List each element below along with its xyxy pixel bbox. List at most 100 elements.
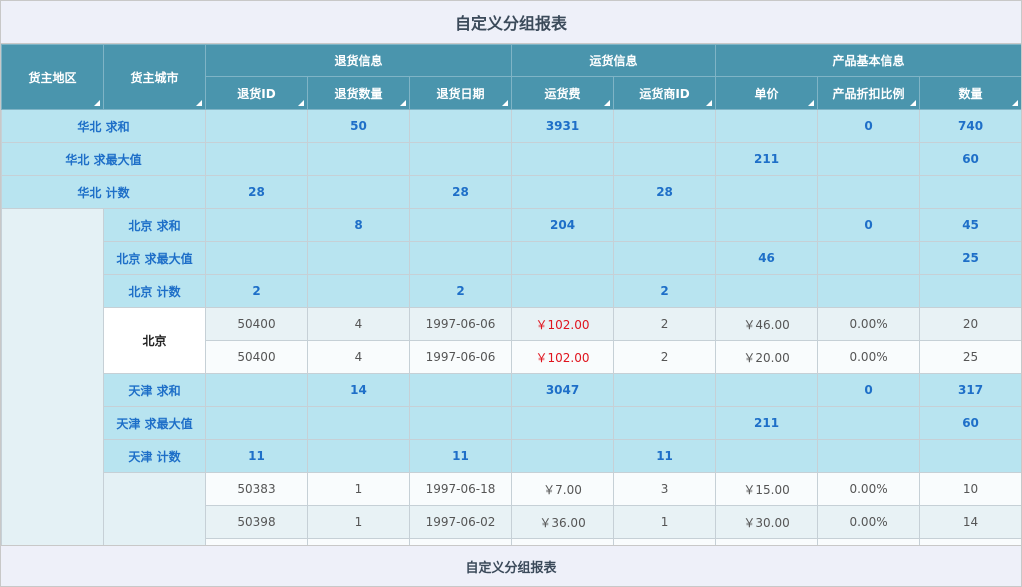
cell-return-id: [205, 406, 308, 440]
cell-quantity: 25: [919, 340, 1021, 374]
header-group-product: 产品基本信息: [715, 44, 1021, 77]
cell-quantity: 317: [919, 373, 1021, 407]
header-quantity[interactable]: 数量: [919, 76, 1021, 110]
cell-return-id: 50400: [205, 340, 308, 374]
cell-return-date: [408, 373, 513, 407]
city-summary-row: 天津 求和 14 3047 0 317: [2, 373, 1021, 407]
cell-freight: 3047: [511, 373, 615, 407]
summary-label: 北京 计数: [103, 274, 206, 308]
cell-return-qty: 4: [307, 307, 410, 341]
cell-freight: ￥102.00: [511, 307, 615, 341]
cell-return-qty: [307, 406, 410, 440]
sort-corner-icon[interactable]: [706, 100, 713, 106]
cell-return-qty: 50: [307, 109, 410, 143]
cell-return-qty: 14: [307, 373, 410, 407]
cell-freight: ￥7.00: [511, 472, 615, 506]
cell-return-id: [205, 109, 308, 143]
cell-return-qty: [307, 439, 410, 473]
cell-freight: 3931: [511, 109, 615, 143]
cell-unit-price: [715, 274, 819, 308]
sort-corner-icon[interactable]: [808, 100, 815, 106]
sort-corner-icon[interactable]: [604, 100, 611, 106]
region-cell: [1, 208, 104, 545]
summary-label: 天津 求最大值: [103, 406, 206, 440]
cell-return-id: [205, 208, 308, 242]
cell-discount: 0.00%: [817, 505, 921, 539]
header-discount[interactable]: 产品折扣比例: [817, 76, 921, 110]
cell-freight: [511, 175, 615, 209]
cell-return-date: 11: [408, 439, 513, 473]
sort-corner-icon[interactable]: [400, 100, 406, 106]
sort-corner-icon[interactable]: [1012, 100, 1019, 106]
cell-shipper-id: 1: [613, 505, 717, 539]
cell-freight: [511, 241, 615, 275]
table-row[interactable]: 50383 1 1997-06-18 ￥7.00 3 ￥15.00 0.00% …: [2, 472, 1021, 545]
header-return-qty[interactable]: 退货数量: [307, 76, 410, 110]
header-city[interactable]: 货主城市: [103, 44, 206, 110]
cell-unit-price: [715, 208, 819, 242]
cell-shipper-id: 11: [613, 439, 717, 473]
cell-discount: [817, 406, 921, 440]
summary-label: 北京 求和: [103, 208, 206, 242]
cell-quantity: 25: [919, 241, 1021, 275]
cell-discount: 0: [817, 208, 921, 242]
sort-corner-icon[interactable]: [298, 100, 304, 106]
cell-quantity: 45: [919, 208, 1021, 242]
cell-return-date: 2: [408, 274, 513, 308]
cell-return-date: [408, 406, 513, 440]
region-summary-row: 华北 求和 50 3931 0 740: [1, 109, 1021, 143]
summary-label: 华北 求和: [1, 109, 206, 143]
header-return-date[interactable]: 退货日期: [408, 76, 513, 110]
table-row[interactable]: 北京 50400 4 1997-06-06 ￥102.00 2 ￥46.00 0…: [2, 307, 1021, 374]
header-region[interactable]: 货主地区: [1, 44, 104, 110]
cell-return-id: 11: [205, 439, 308, 473]
cell-quantity: 60: [919, 142, 1021, 176]
cell-unit-price: ￥20.00: [715, 340, 819, 374]
region-summary-row: 华北 计数 28 28 28: [1, 175, 1021, 209]
cell-return-id: [205, 373, 308, 407]
city-cell: [103, 472, 206, 545]
sort-corner-icon[interactable]: [910, 100, 917, 106]
cell-quantity: [919, 439, 1021, 473]
cell-return-date: 1997-06-18: [408, 472, 513, 506]
cell-quantity: 10: [919, 472, 1021, 506]
cell-shipper-id: [613, 241, 717, 275]
header-return-id[interactable]: 退货ID: [205, 76, 308, 110]
header-unit-price[interactable]: 单价: [715, 76, 819, 110]
city-summary-row: 北京 求最大值 46 25: [2, 241, 1021, 275]
sort-corner-icon[interactable]: [196, 100, 202, 106]
cell-discount: [817, 175, 921, 209]
cell-freight: [511, 439, 615, 473]
header-shipper-id[interactable]: 运货商ID: [613, 76, 717, 110]
cell-shipper-id: 3: [613, 472, 717, 506]
cell-shipper-id: 2: [613, 274, 717, 308]
cell-return-id: 50383: [205, 472, 308, 506]
cell-return-date: 1997-06-06: [408, 340, 513, 374]
cell-shipper-id: [613, 406, 717, 440]
cell-unit-price: [715, 439, 819, 473]
cell-discount: 0: [817, 373, 921, 407]
cell-unit-price: 211: [715, 406, 819, 440]
cell-unit-price: 46: [715, 241, 819, 275]
cell-shipper-id: 28: [613, 175, 717, 209]
cell-return-qty: [307, 142, 410, 176]
city-summary-row: 天津 求最大值 211 60: [2, 406, 1021, 440]
cell-unit-price: 211: [715, 142, 819, 176]
header-freight[interactable]: 运货费: [511, 76, 615, 110]
cell-return-id: 50400: [205, 307, 308, 341]
cell-return-id: 50398: [205, 505, 308, 539]
cell-return-date: 28: [408, 175, 513, 209]
cell-quantity: 60: [919, 406, 1021, 440]
sort-corner-icon[interactable]: [502, 100, 509, 106]
cell-freight: [511, 274, 615, 308]
cell-unit-price: [715, 109, 819, 143]
sort-corner-icon[interactable]: [94, 100, 100, 106]
cell-shipper-id: 2: [613, 307, 717, 341]
cell-return-date: [408, 208, 513, 242]
city-summary-row: 北京 计数 2 2 2: [2, 274, 1021, 308]
cell-freight: 204: [511, 208, 615, 242]
report-frame: 自定义分组报表 货主地区 货主城市 退货信息 运货信息 产品基本信息 退货ID …: [0, 0, 1022, 587]
cell-shipper-id: [613, 208, 717, 242]
report-title: 自定义分组报表: [1, 1, 1021, 44]
report-grid[interactable]: 货主地区 货主城市 退货信息 运货信息 产品基本信息 退货ID 退货数量 退货日…: [1, 44, 1021, 545]
